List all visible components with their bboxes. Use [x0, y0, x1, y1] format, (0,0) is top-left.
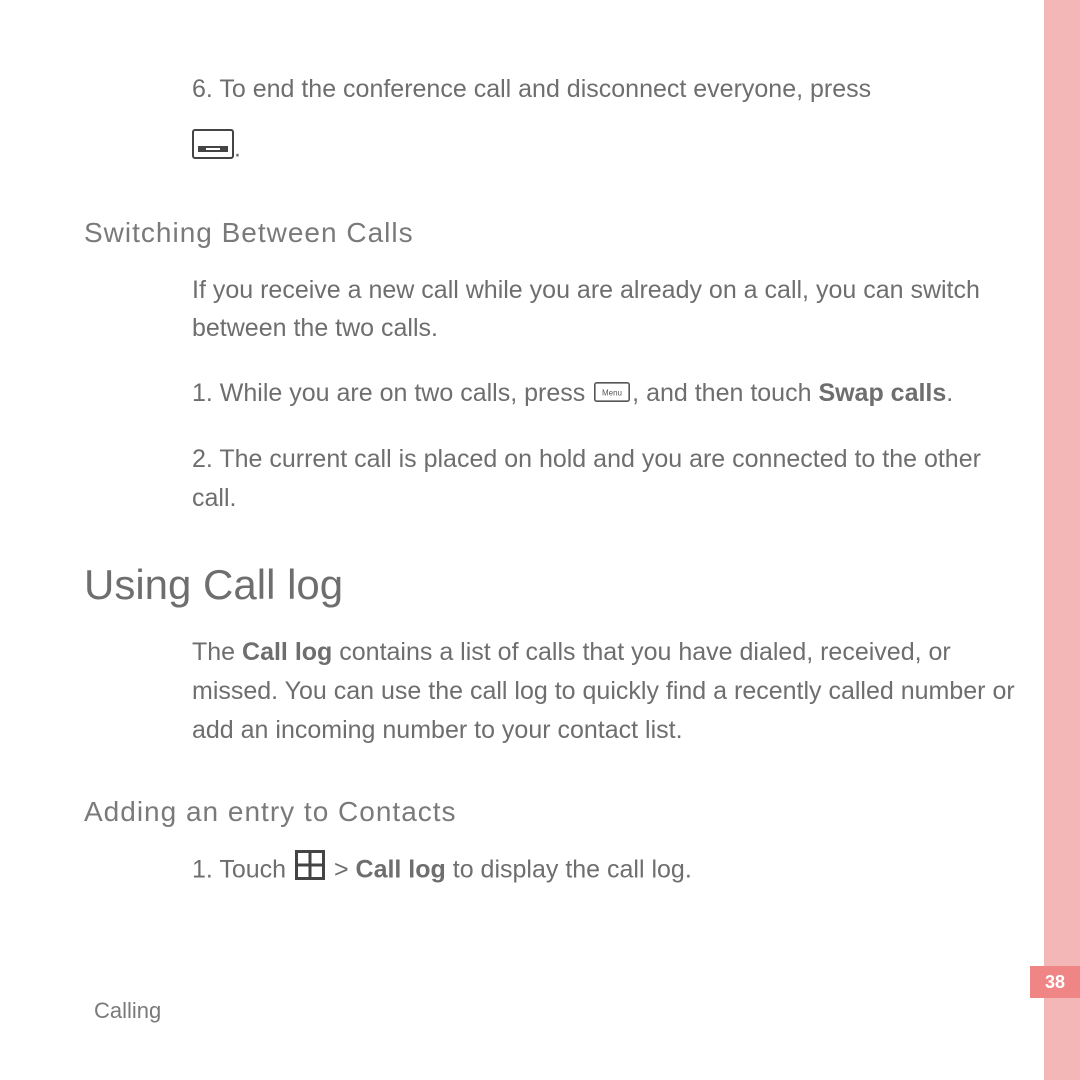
swap-calls-bold: Swap calls — [818, 379, 946, 407]
using-call-log-heading: Using Call log — [84, 561, 1020, 609]
footer-section-label: Calling — [94, 998, 161, 1024]
right-sidebar — [1044, 0, 1080, 1080]
switching-heading: Switching Between Calls — [84, 217, 1020, 249]
call-log-bold: Call log — [242, 638, 332, 666]
adding-step-1: 1. Touch > Call log to display the call … — [192, 850, 1020, 892]
step-6-period: . — [234, 134, 241, 162]
page-number: 38 — [1030, 966, 1080, 998]
menu-key-icon: Menu — [594, 375, 630, 414]
adding-step-1c: to display the call log. — [446, 855, 692, 883]
step-6-line: 6. To end the conference call and discon… — [192, 70, 1020, 109]
switching-step-2: 2. The current call is placed on hold an… — [192, 440, 1020, 518]
svg-text:Menu: Menu — [602, 389, 622, 398]
switching-step-1: 1. While you are on two calls, press Men… — [192, 374, 1020, 414]
end-call-key-icon — [192, 129, 234, 171]
switching-step-1c: . — [946, 379, 953, 407]
page-content: 6. To end the conference call and discon… — [84, 70, 1020, 917]
adding-step-1a: 1. Touch — [192, 855, 293, 883]
call-log-intro-a: The — [192, 638, 242, 666]
switching-step-1a: 1. While you are on two calls, press — [192, 379, 592, 407]
switching-intro: If you receive a new call while you are … — [192, 271, 1020, 349]
step-6-text: 6. To end the conference call and discon… — [192, 75, 871, 103]
adding-step-1b: > — [327, 855, 356, 883]
apps-grid-icon — [295, 850, 325, 892]
step-6-icon-line: . — [192, 129, 1020, 171]
adding-contacts-heading: Adding an entry to Contacts — [84, 796, 1020, 828]
switching-step-1b: , and then touch — [632, 379, 818, 407]
call-log-intro: The Call log contains a list of calls th… — [192, 633, 1020, 749]
adding-call-log-bold: Call log — [356, 855, 446, 883]
